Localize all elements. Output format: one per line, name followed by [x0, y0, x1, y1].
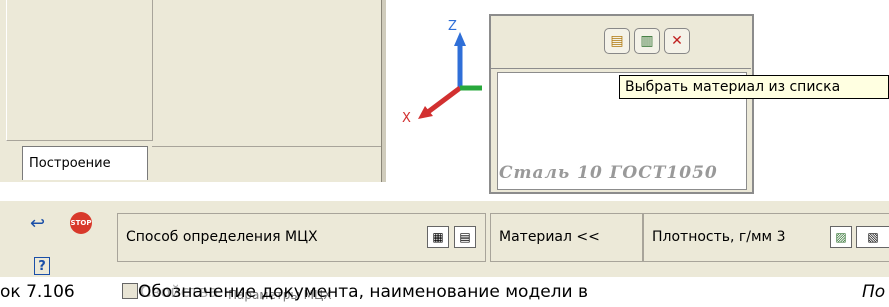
select-material-tooltip: Выбрать материал из списка: [619, 75, 889, 99]
density-field: Плотность, г/мм 3: [643, 213, 889, 262]
tab-strip: [152, 146, 381, 182]
properties-bar-border: [0, 194, 889, 201]
density-list-icon: ▧: [867, 230, 879, 244]
material-toggle-button[interactable]: Материал <<: [490, 213, 643, 262]
document-sentence: Обозначение документа, наименование моде…: [138, 282, 588, 302]
density-button-1[interactable]: ▨: [830, 226, 852, 248]
tab-postroenie[interactable]: Построение: [22, 146, 148, 180]
table-icon: ▦: [432, 230, 444, 244]
axis-x-label: X: [402, 111, 411, 126]
mcx-method-button-1[interactable]: ▦: [427, 226, 449, 248]
material-toggle-label: Материал <<: [499, 229, 600, 245]
mcx-method-button-2[interactable]: ▤: [454, 226, 476, 248]
density-button-2[interactable]: ▧: [856, 226, 889, 248]
right-fragment: По: [862, 282, 886, 302]
figure-caption: ок 7.106: [0, 282, 75, 302]
material-name: Сталь 10 ГОСТ1050: [499, 163, 718, 183]
properties-tab-icon[interactable]: [122, 283, 138, 299]
library-icon: ▥: [640, 33, 654, 49]
density-label: Плотность, г/мм 3: [652, 229, 786, 245]
enter-icon[interactable]: ↩: [30, 213, 56, 234]
stop-icon[interactable]: STOP: [70, 212, 92, 234]
help-icon[interactable]: ?: [34, 257, 50, 275]
select-material-button[interactable]: ▤: [604, 28, 630, 54]
axis-x-line: [426, 86, 462, 114]
density-calc-icon: ▨: [835, 230, 847, 244]
model-tree-list: [6, 0, 153, 141]
axis-z-label: Z: [448, 19, 457, 34]
material-list-icon: ▤: [610, 33, 624, 49]
material-library-button[interactable]: ▥: [634, 28, 660, 54]
panel-splitter[interactable]: [381, 0, 386, 182]
axis-z-arrow: [454, 32, 466, 46]
close-icon: ✕: [671, 33, 683, 49]
table-edit-icon: ▤: [459, 230, 471, 244]
mcx-method-label: Способ определения МЦХ: [126, 229, 318, 245]
clear-material-button[interactable]: ✕: [664, 28, 690, 54]
